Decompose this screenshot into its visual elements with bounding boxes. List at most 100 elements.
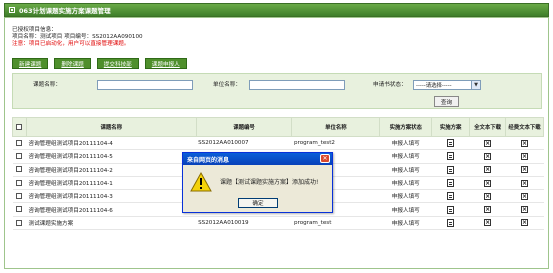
row-plan-cell [431, 136, 470, 151]
query-button[interactable]: 查询 [434, 96, 459, 107]
table-row: 测试课题实施方案 SS2012AA010019 program_test 申报人填写 ×… [12, 216, 544, 231]
row-select-cell [12, 189, 27, 204]
row-budget-cell: × [505, 149, 544, 164]
topic-applicant-button[interactable]: 课题申报人 [144, 58, 187, 69]
status-select[interactable]: -----请选择----- ▼ [413, 80, 481, 90]
header-plan: 实施方案 [431, 117, 471, 137]
header-budget: 经费文本下载 [505, 117, 544, 137]
row-plan-cell [431, 189, 470, 204]
document-icon[interactable] [447, 152, 455, 161]
info-line-1: 已授权项目信息： [12, 27, 57, 33]
download-disabled-icon[interactable]: × [484, 139, 492, 147]
chevron-down-icon[interactable]: ▼ [471, 81, 480, 89]
row-topic-name[interactable]: 咨询管理组测试项目20111104-5 [26, 149, 197, 164]
document-icon[interactable] [447, 179, 455, 188]
dialog-title: 来自网页的消息 [187, 156, 230, 164]
row-fulltext-cell: × [469, 189, 506, 204]
ok-button[interactable]: 确定 [238, 198, 278, 208]
row-plan-cell [431, 176, 470, 191]
row-fulltext-cell: × [469, 202, 506, 217]
row-topic-name[interactable]: 咨询管理组测试项目20111104-4 [26, 136, 197, 151]
table-header-row: 课题名称 课题编号 单位名称 实施方案状态 实施方案 全文本下载 经费文本下载 [12, 117, 544, 137]
download-disabled-icon[interactable]: × [521, 152, 529, 160]
unit-name-label: 单位名称： [213, 82, 241, 88]
row-select-cell [12, 163, 27, 177]
row-plan-cell [431, 216, 470, 231]
row-checkbox[interactable] [16, 166, 23, 173]
topic-name-input[interactable] [97, 80, 193, 90]
row-checkbox[interactable] [16, 139, 23, 146]
row-budget-cell: × [505, 136, 544, 151]
delete-topic-button[interactable]: 删除课题 [54, 58, 91, 69]
close-icon[interactable]: ✕ [320, 154, 330, 163]
row-topic-name[interactable]: 咨询管理组测试项目20111104-1 [26, 176, 197, 191]
download-disabled-icon[interactable]: × [521, 166, 529, 174]
download-disabled-icon[interactable]: × [484, 152, 492, 160]
row-select-cell [12, 202, 27, 217]
row-unit-name: program_test [291, 216, 380, 231]
download-disabled-icon[interactable]: × [484, 179, 492, 187]
row-plan-cell [431, 163, 470, 177]
download-disabled-icon[interactable]: × [484, 206, 492, 214]
window-icon [9, 7, 15, 13]
row-topic-code: SS2012AA010007 [196, 136, 292, 151]
row-status: 申报人填写 [379, 189, 432, 204]
download-disabled-icon[interactable]: × [484, 166, 492, 174]
row-budget-cell: × [505, 176, 544, 191]
document-icon[interactable] [447, 218, 455, 227]
status-label: 申请书状态： [373, 82, 407, 88]
row-budget-cell: × [505, 163, 544, 177]
window-title-bar: 063计划课题实施方案课题管理 [4, 3, 549, 17]
document-icon[interactable] [447, 165, 455, 174]
row-select-cell [12, 176, 27, 191]
document-icon[interactable] [447, 205, 455, 214]
row-status: 申报人填写 [379, 136, 432, 151]
select-all-header [12, 117, 27, 137]
download-disabled-icon[interactable]: × [484, 219, 492, 227]
row-status: 申报人填写 [379, 202, 432, 217]
topic-name-label: 课题名称： [33, 82, 61, 88]
submit-ministry-button[interactable]: 提交科技部 [96, 58, 139, 69]
window-title: 063计划课题实施方案课题管理 [19, 7, 111, 15]
row-status: 申报人填写 [379, 176, 432, 191]
row-checkbox[interactable] [16, 153, 23, 160]
row-topic-name[interactable]: 测试课题实施方案 [26, 216, 197, 231]
document-icon[interactable] [447, 192, 455, 201]
download-disabled-icon[interactable]: × [521, 192, 529, 200]
info-warning: 注意：项目已启动化，用户可以直接管理课题。 [12, 41, 130, 47]
row-checkbox[interactable] [16, 179, 23, 186]
document-icon[interactable] [447, 139, 455, 148]
select-all-checkbox[interactable] [16, 123, 23, 130]
row-plan-cell [431, 149, 470, 164]
status-select-value: -----请选择----- [416, 83, 452, 89]
row-fulltext-cell: × [469, 176, 506, 191]
row-fulltext-cell: × [469, 216, 506, 231]
project-info: 已授权项目信息： 项目名称：测试项目 项目编号：SS2012AA090100 注… [12, 27, 143, 48]
download-disabled-icon[interactable]: × [521, 219, 529, 227]
header-unit: 单位名称 [291, 117, 381, 137]
header-name: 课题名称 [25, 117, 197, 137]
row-topic-name[interactable]: 咨询管理组测试项目20111104-2 [26, 163, 197, 177]
header-code: 课题编号 [195, 117, 293, 137]
row-topic-name[interactable]: 咨询管理组测试项目20111104-6 [26, 202, 197, 217]
download-disabled-icon[interactable]: × [521, 179, 529, 187]
row-checkbox[interactable] [16, 219, 23, 226]
row-status: 申报人填写 [379, 149, 432, 164]
row-select-cell [12, 149, 27, 164]
row-checkbox[interactable] [16, 193, 23, 200]
row-select-cell [12, 136, 27, 151]
download-disabled-icon[interactable]: × [521, 139, 529, 147]
info-line-2: 项目名称：测试项目 项目编号：SS2012AA090100 [12, 34, 143, 40]
download-disabled-icon[interactable]: × [484, 192, 492, 200]
row-topic-name[interactable]: 咨询管理组测试项目20111104-3 [26, 189, 197, 204]
row-checkbox[interactable] [16, 206, 23, 213]
row-fulltext-cell: × [469, 136, 506, 151]
row-unit-name: program_test2 [291, 136, 380, 151]
message-dialog: 来自网页的消息 ✕ 课题【测试课题实施方案】添加成功! 确定 [182, 152, 333, 213]
new-topic-button[interactable]: 新建课题 [12, 58, 49, 69]
action-buttons: 新建课题 删除课题 提交科技部 课题申报人 [12, 58, 187, 69]
unit-name-input[interactable] [249, 80, 345, 90]
header-status: 实施方案状态 [379, 117, 433, 137]
row-fulltext-cell: × [469, 149, 506, 164]
download-disabled-icon[interactable]: × [521, 206, 529, 214]
